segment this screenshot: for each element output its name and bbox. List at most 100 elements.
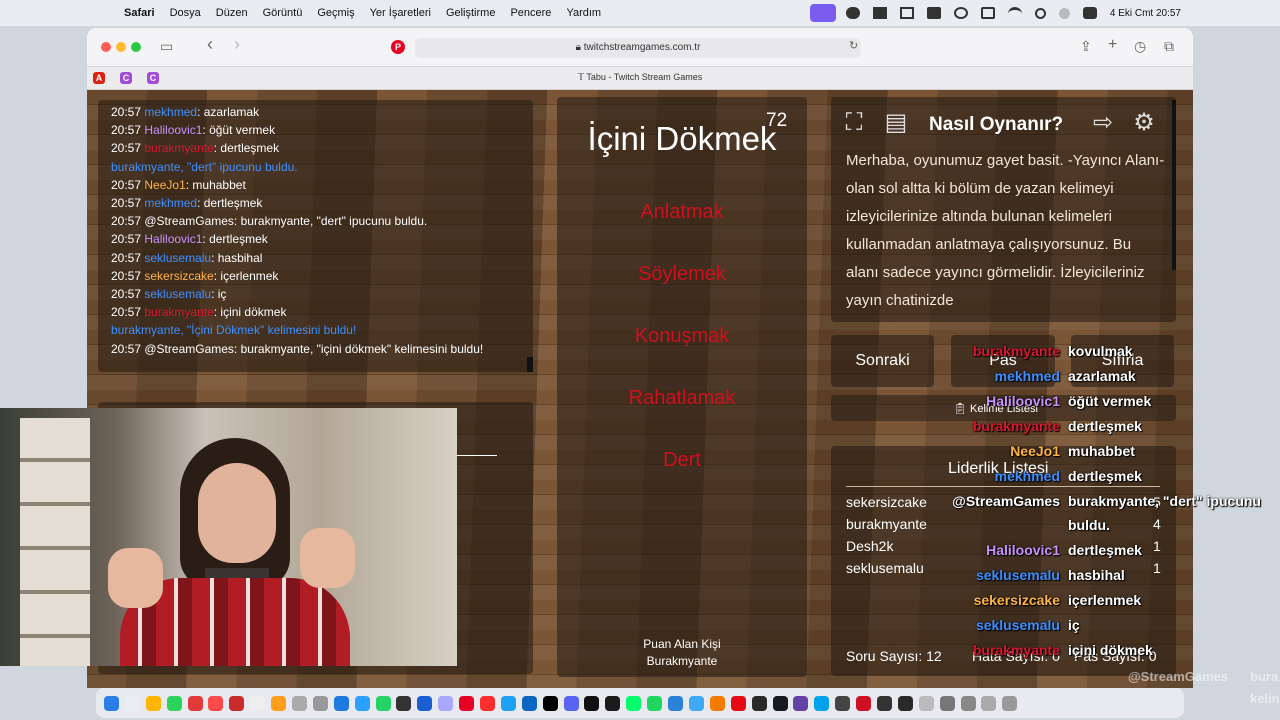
minimize-window-button[interactable]: [116, 42, 126, 52]
chat-username[interactable]: sekersizcake: [144, 269, 213, 283]
dock-app-icon[interactable]: [312, 695, 328, 711]
pinterest-icon[interactable]: P: [391, 40, 405, 54]
dock-app-icon[interactable]: [292, 695, 308, 711]
reload-icon[interactable]: ↻: [849, 39, 858, 52]
dock-app-icon[interactable]: [688, 695, 704, 711]
dock-app-icon[interactable]: [960, 695, 976, 711]
chat-username[interactable]: burakmyante,: [111, 323, 184, 337]
new-tab-icon[interactable]: +: [1108, 36, 1117, 54]
display-icon[interactable]: [899, 7, 914, 19]
dock-app-icon[interactable]: [981, 695, 997, 711]
menu-develop[interactable]: Geliştirme: [446, 7, 496, 19]
chat-username[interactable]: NeeJo1: [144, 178, 185, 192]
cloud-icon[interactable]: [845, 7, 860, 19]
dock-app-icon[interactable]: [835, 695, 851, 711]
chat-username[interactable]: burakmyante: [144, 305, 213, 319]
close-window-button[interactable]: [101, 42, 111, 52]
dock-app-icon[interactable]: [605, 695, 621, 711]
dock-app-icon[interactable]: [856, 695, 872, 711]
menu-window[interactable]: Pencere: [510, 7, 551, 19]
chat-username[interactable]: mekhmed: [144, 105, 197, 119]
notes-icon[interactable]: ▤: [881, 108, 911, 138]
menu-bookmarks[interactable]: Yer İşaretleri: [370, 7, 431, 19]
moon-icon[interactable]: [1058, 7, 1070, 19]
battery-icon[interactable]: [980, 7, 995, 19]
chat-username[interactable]: @StreamGames: [144, 214, 234, 228]
volume-icon[interactable]: [926, 7, 941, 19]
dock-app-icon[interactable]: [897, 695, 913, 711]
dock-app-icon[interactable]: [730, 695, 746, 711]
menu-history[interactable]: Geçmiş: [317, 7, 354, 19]
dock-app-icon[interactable]: [375, 695, 391, 711]
dock-app-icon[interactable]: [459, 695, 475, 711]
dock-app-icon[interactable]: [584, 695, 600, 711]
dock-app-icon[interactable]: [166, 695, 182, 711]
dock-app-icon[interactable]: [793, 695, 809, 711]
dock-app-icon[interactable]: [480, 695, 496, 711]
control-center-icon[interactable]: [1082, 7, 1097, 19]
dock-app-icon[interactable]: [396, 695, 412, 711]
dock-app-icon[interactable]: [626, 695, 642, 711]
chat-username[interactable]: seklusemalu: [144, 251, 211, 265]
dock-app-icon[interactable]: [208, 695, 224, 711]
back-icon[interactable]: ‹: [207, 34, 213, 55]
gear-icon[interactable]: ⚙: [1129, 108, 1159, 138]
sidebar-icon[interactable]: ▭: [160, 38, 173, 55]
dock-app-icon[interactable]: [647, 695, 663, 711]
tab-overview-icon[interactable]: ⧉: [1164, 38, 1174, 55]
dock-app-icon[interactable]: [333, 695, 349, 711]
dock-app-icon[interactable]: [417, 695, 433, 711]
chat-username[interactable]: burakmyante,: [111, 160, 184, 174]
dock-app-icon[interactable]: [271, 695, 287, 711]
dock-app-icon[interactable]: [354, 695, 370, 711]
dock-app-icon[interactable]: [542, 695, 558, 711]
menu-edit[interactable]: Düzen: [216, 7, 248, 19]
chat-username[interactable]: Haliloovic1: [144, 123, 202, 137]
dock-app-icon[interactable]: [250, 695, 266, 711]
chat-username[interactable]: seklusemalu: [144, 287, 211, 301]
exit-icon[interactable]: ⇨: [1088, 108, 1118, 138]
chat-username[interactable]: Haliloovic1: [144, 232, 202, 246]
history-icon[interactable]: ◷: [1134, 38, 1146, 55]
active-tab[interactable]: 𝕋 Tabu - Twitch Stream Games: [87, 72, 1193, 83]
chat-username[interactable]: @StreamGames: [144, 342, 234, 356]
menubar-clock[interactable]: 4 Eki Cmt 20:57: [1110, 8, 1181, 19]
dock-app-icon[interactable]: [104, 695, 119, 711]
dock-app-icon[interactable]: [187, 695, 203, 711]
dock-app-icon[interactable]: [876, 695, 892, 711]
share-icon[interactable]: ⇪: [1080, 38, 1092, 55]
dock-app-icon[interactable]: [751, 695, 767, 711]
dock-app-icon[interactable]: [145, 695, 161, 711]
next-button[interactable]: Sonraki: [831, 335, 934, 387]
dock-app-icon[interactable]: [668, 695, 684, 711]
bars-icon[interactable]: [872, 7, 887, 19]
dock-app-icon[interactable]: [939, 695, 955, 711]
dock-app-icon[interactable]: [814, 695, 830, 711]
menu-view[interactable]: Görüntü: [263, 7, 303, 19]
dock-app-icon[interactable]: [563, 695, 579, 711]
forward-icon[interactable]: ›: [234, 34, 240, 55]
dock-app-icon[interactable]: [709, 695, 725, 711]
chat-username[interactable]: mekhmed: [144, 196, 197, 210]
dock-app-icon[interactable]: [438, 695, 454, 711]
menu-file[interactable]: Dosya: [170, 7, 201, 19]
dock-app-icon[interactable]: [500, 695, 516, 711]
howto-scrollbar[interactable]: [1172, 100, 1176, 270]
dock-app-icon[interactable]: [124, 695, 140, 711]
chat-username[interactable]: burakmyante: [144, 141, 213, 155]
dock-app-icon[interactable]: [1002, 695, 1018, 711]
screen-recording-icon[interactable]: [809, 4, 836, 22]
dock-app-icon[interactable]: [772, 695, 788, 711]
tab-bar: A C C 𝕋 Tabu - Twitch Stream Games: [87, 66, 1193, 90]
address-bar[interactable]: 🔒︎ twitchstreamgames.com.tr: [415, 38, 861, 58]
zoom-window-button[interactable]: [131, 42, 141, 52]
wifi-icon[interactable]: [1007, 7, 1022, 19]
dock-app-icon[interactable]: [918, 695, 934, 711]
dock-app-icon[interactable]: [229, 695, 245, 711]
menu-app-name[interactable]: Safari: [124, 7, 155, 19]
play-icon[interactable]: [953, 7, 968, 19]
dock-app-icon[interactable]: [521, 695, 537, 711]
search-icon[interactable]: [1034, 7, 1046, 19]
fullscreen-icon[interactable]: ⛶: [839, 108, 869, 138]
menu-help[interactable]: Yardım: [566, 7, 601, 19]
